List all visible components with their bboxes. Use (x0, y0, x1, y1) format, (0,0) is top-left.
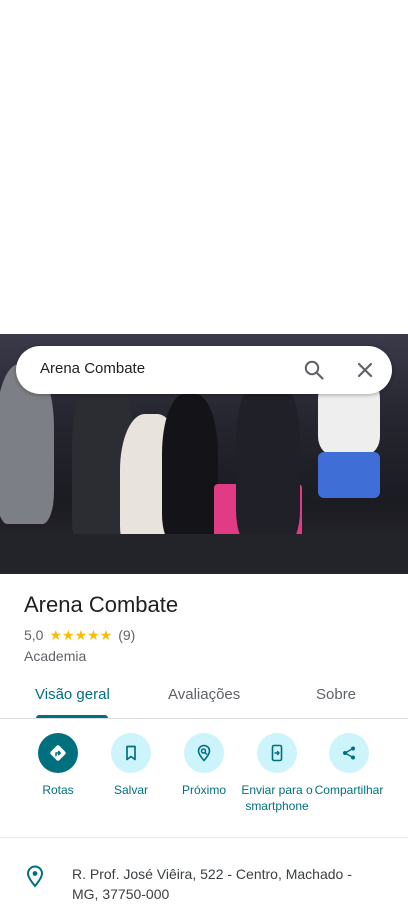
tab-overview[interactable]: Visão geral (35, 686, 110, 703)
tab-bar: Visão geral Avaliações Sobre (0, 674, 408, 719)
place-sheet: Arena Combate Arena Combate 5,0 ★★★★★ (9… (0, 0, 408, 908)
photo-figure (162, 394, 218, 544)
tab-indicator (36, 715, 108, 718)
nearby-button[interactable]: Próximo (165, 733, 243, 798)
nearby-icon (184, 733, 224, 773)
tab-about[interactable]: Sobre (316, 686, 356, 703)
save-button[interactable]: Salvar (92, 733, 170, 798)
directions-icon (38, 733, 78, 773)
tab-reviews[interactable]: Avaliações (168, 686, 240, 703)
send-to-phone-button[interactable]: Enviar para o smartphone (238, 733, 316, 814)
location-pin-icon (24, 864, 46, 888)
search-input[interactable]: Arena Combate (40, 360, 145, 377)
save-label: Salvar (113, 783, 148, 797)
star-rating: ★★★★★ (49, 626, 113, 643)
photo-figure (236, 374, 300, 544)
search-bar[interactable]: Arena Combate (16, 346, 392, 394)
directions-label: Rotas (42, 783, 74, 797)
search-icon[interactable] (302, 358, 326, 382)
nearby-label: Próximo (181, 783, 226, 797)
share-icon (329, 733, 369, 773)
send-to-phone-icon (257, 733, 297, 773)
rating-row[interactable]: 5,0 ★★★★★ (9) (24, 626, 135, 644)
close-icon[interactable] (353, 358, 377, 382)
place-title: Arena Combate (24, 592, 179, 617)
photo-shorts (318, 452, 380, 498)
share-label: Compartilhar (314, 783, 384, 797)
directions-button[interactable]: Rotas (19, 733, 97, 798)
address-row[interactable]: R. Prof. José Viêira, 522 - Centro, Mach… (0, 850, 408, 908)
send-to-phone-label: Enviar para o smartphone (241, 783, 313, 813)
map-area[interactable] (0, 0, 408, 334)
place-category[interactable]: Academia (24, 648, 86, 664)
bookmark-icon (111, 733, 151, 773)
action-row: Rotas Salvar Próximo Enviar para o smart… (0, 720, 408, 838)
photo-floor (0, 534, 408, 574)
review-count[interactable]: (9) (118, 627, 135, 643)
share-button[interactable]: Compartilhar (310, 733, 388, 798)
rating-value: 5,0 (24, 627, 44, 643)
address-text: R. Prof. José Viêira, 522 - Centro, Mach… (72, 866, 352, 902)
